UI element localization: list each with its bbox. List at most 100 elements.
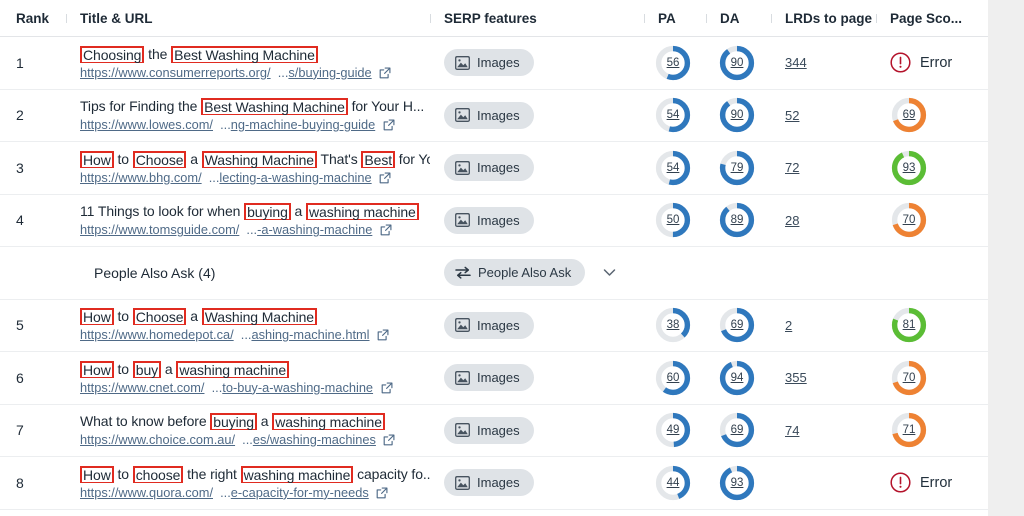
metric-donut[interactable]: 71 bbox=[890, 411, 928, 449]
result-title[interactable]: What to know before buying a washing mac… bbox=[80, 412, 430, 431]
lrds-cell: 344 bbox=[771, 55, 876, 70]
serp-pill-images[interactable]: Images bbox=[444, 416, 534, 444]
paa-expand-toggle[interactable] bbox=[603, 265, 616, 280]
result-title[interactable]: How to Choose a Washing Machine bbox=[80, 307, 430, 326]
result-url[interactable]: https://www.quora.com/ ...e-capacity-for… bbox=[80, 485, 430, 501]
metric-donut[interactable]: 69 bbox=[718, 306, 756, 344]
result-url[interactable]: https://www.tomsguide.com/ ...-a-washing… bbox=[80, 222, 430, 238]
column-header-pa[interactable]: PA bbox=[644, 11, 706, 26]
url-domain[interactable]: https://www.lowes.com/ bbox=[80, 117, 213, 132]
result-title[interactable]: How to Choose a Washing Machine That's B… bbox=[80, 150, 430, 168]
pill-label: Images bbox=[477, 422, 520, 438]
table-row[interactable]: 5 How to Choose a Washing Machine https:… bbox=[0, 300, 988, 352]
metric-value: 60 bbox=[666, 371, 680, 384]
metric-donut[interactable]: 54 bbox=[654, 96, 692, 134]
url-path[interactable]: ...-a-washing-machine bbox=[243, 222, 372, 237]
people-also-ask-row[interactable]: People Also Ask (4) People Also Ask bbox=[0, 247, 988, 300]
result-title[interactable]: 11 Things to look for when buying a wash… bbox=[80, 202, 430, 221]
metric-donut[interactable]: 93 bbox=[718, 464, 756, 502]
title-text: to bbox=[113, 308, 133, 325]
serp-features-cell: Images bbox=[430, 364, 644, 392]
metric-value: 54 bbox=[666, 109, 680, 122]
table-row[interactable]: 7 What to know before buying a washing m… bbox=[0, 405, 988, 457]
metric-donut[interactable]: 70 bbox=[890, 359, 928, 397]
url-domain[interactable]: https://www.bhg.com/ bbox=[80, 170, 202, 185]
metric-donut[interactable]: 50 bbox=[654, 201, 692, 239]
table-row[interactable]: 8 How to choose the right washing machin… bbox=[0, 457, 988, 510]
url-domain[interactable]: https://www.quora.com/ bbox=[80, 485, 213, 500]
lrds-value[interactable]: 355 bbox=[785, 370, 807, 385]
lrds-value[interactable]: 52 bbox=[785, 108, 799, 123]
metric-donut[interactable]: 54 bbox=[654, 149, 692, 187]
serp-pill-images[interactable]: Images bbox=[444, 469, 534, 497]
paa-label: People Also Ask (4) bbox=[94, 264, 216, 281]
lrds-value[interactable]: 344 bbox=[785, 55, 807, 70]
url-path[interactable]: ...s/buying-guide bbox=[274, 65, 372, 80]
result-url[interactable]: https://www.homedepot.ca/ ...ashing-mach… bbox=[80, 327, 430, 343]
serp-pill-images[interactable]: Images bbox=[444, 364, 534, 392]
column-header-lrds[interactable]: LRDs to page bbox=[771, 11, 876, 26]
table-row[interactable]: 6 How to buy a washing machine https://w… bbox=[0, 352, 988, 405]
table-row[interactable]: 3 How to Choose a Washing Machine That's… bbox=[0, 142, 988, 195]
lrds-value[interactable]: 2 bbox=[785, 318, 792, 333]
table-body: 1 Choosing the Best Washing Machine http… bbox=[0, 37, 988, 510]
page-score-error[interactable]: Error bbox=[890, 472, 952, 493]
table-row[interactable]: 2 Tips for Finding the Best Washing Mach… bbox=[0, 90, 988, 142]
metric-donut[interactable]: 81 bbox=[890, 306, 928, 344]
column-header-rank[interactable]: Rank bbox=[0, 11, 66, 26]
serp-pill-images[interactable]: Images bbox=[444, 311, 534, 339]
result-url[interactable]: https://www.bhg.com/ ...lecting-a-washin… bbox=[80, 170, 430, 186]
result-url[interactable]: https://www.consumerreports.org/ ...s/bu… bbox=[80, 65, 430, 81]
serp-features-cell: Images bbox=[430, 154, 644, 182]
column-header-da[interactable]: DA bbox=[706, 11, 771, 26]
metric-donut[interactable]: 93 bbox=[890, 149, 928, 187]
column-header-title-url[interactable]: Title & URL bbox=[66, 11, 430, 26]
url-domain[interactable]: https://www.choice.com.au/ bbox=[80, 432, 235, 447]
metric-donut[interactable]: 69 bbox=[890, 96, 928, 134]
url-path[interactable]: ...ashing-machine.html bbox=[237, 327, 370, 342]
lrds-value[interactable]: 28 bbox=[785, 213, 799, 228]
url-domain[interactable]: https://www.tomsguide.com/ bbox=[80, 222, 239, 237]
metric-donut[interactable]: 56 bbox=[654, 44, 692, 82]
rank-cell: 6 bbox=[16, 369, 24, 386]
result-title[interactable]: Choosing the Best Washing Machine bbox=[80, 45, 430, 63]
url-path[interactable]: ...ng-machine-buying-guide bbox=[217, 117, 375, 132]
serp-pill-images[interactable]: Images bbox=[444, 49, 534, 77]
serp-pill-images[interactable]: Images bbox=[444, 206, 534, 234]
error-label: Error bbox=[920, 54, 953, 71]
result-url[interactable]: https://www.lowes.com/ ...ng-machine-buy… bbox=[80, 117, 430, 133]
serp-pill-people-also-ask[interactable]: People Also Ask bbox=[444, 259, 586, 287]
metric-donut[interactable]: 90 bbox=[718, 44, 756, 82]
metric-donut[interactable]: 79 bbox=[718, 149, 756, 187]
url-path[interactable]: ...es/washing-machines bbox=[239, 432, 376, 447]
metric-donut[interactable]: 90 bbox=[718, 96, 756, 134]
lrds-value[interactable]: 74 bbox=[785, 423, 799, 438]
result-url[interactable]: https://www.choice.com.au/ ...es/washing… bbox=[80, 432, 430, 448]
column-header-serp-features[interactable]: SERP features bbox=[430, 11, 644, 26]
result-title[interactable]: Tips for Finding the Best Washing Machin… bbox=[80, 97, 430, 116]
url-path[interactable]: ...e-capacity-for-my-needs bbox=[217, 485, 369, 500]
metric-donut[interactable]: 89 bbox=[718, 201, 756, 239]
column-header-page-score[interactable]: Page Sco... bbox=[876, 11, 982, 26]
table-row[interactable]: 1 Choosing the Best Washing Machine http… bbox=[0, 37, 988, 90]
serp-pill-images[interactable]: Images bbox=[444, 154, 534, 182]
result-url[interactable]: https://www.cnet.com/ ...to-buy-a-washin… bbox=[80, 380, 430, 396]
page-score-error[interactable]: Error bbox=[890, 52, 952, 73]
url-domain[interactable]: https://www.homedepot.ca/ bbox=[80, 327, 234, 342]
lrds-value[interactable]: 72 bbox=[785, 160, 799, 175]
metric-donut[interactable]: 44 bbox=[654, 464, 692, 502]
serp-pill-images[interactable]: Images bbox=[444, 101, 534, 129]
metric-donut[interactable]: 38 bbox=[654, 306, 692, 344]
metric-donut[interactable]: 94 bbox=[718, 359, 756, 397]
table-row[interactable]: 4 11 Things to look for when buying a wa… bbox=[0, 195, 988, 247]
metric-donut[interactable]: 49 bbox=[654, 411, 692, 449]
metric-donut[interactable]: 60 bbox=[654, 359, 692, 397]
metric-donut[interactable]: 69 bbox=[718, 411, 756, 449]
metric-donut[interactable]: 70 bbox=[890, 201, 928, 239]
url-domain[interactable]: https://www.consumerreports.org/ bbox=[80, 65, 271, 80]
url-path[interactable]: ...to-buy-a-washing-machine bbox=[208, 380, 373, 395]
url-domain[interactable]: https://www.cnet.com/ bbox=[80, 380, 204, 395]
url-path[interactable]: ...lecting-a-washing-machine bbox=[205, 170, 372, 185]
result-title[interactable]: How to choose the right washing machine … bbox=[80, 465, 430, 483]
result-title[interactable]: How to buy a washing machine bbox=[80, 360, 430, 378]
